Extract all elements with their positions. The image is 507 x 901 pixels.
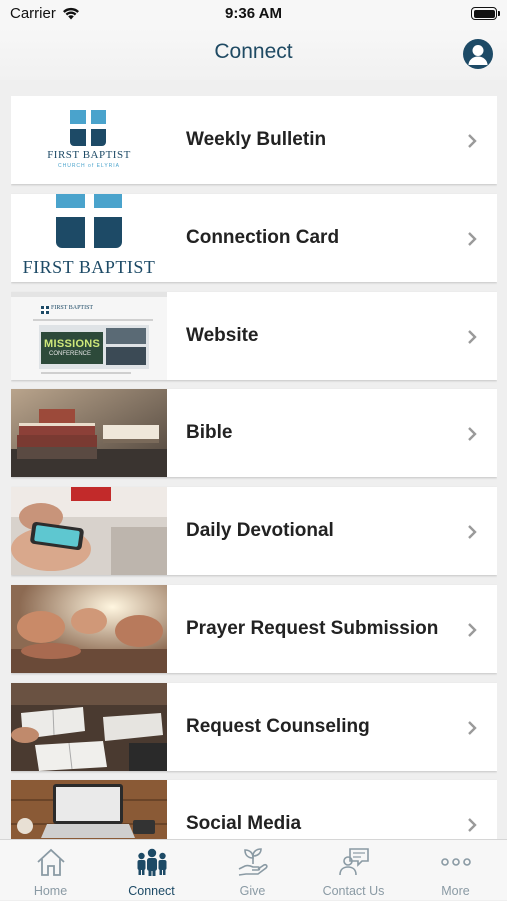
tab-label: Connect (128, 884, 175, 898)
chevron-right-icon (468, 525, 477, 539)
people-icon (137, 848, 166, 876)
laptop-photo (11, 780, 167, 839)
first-baptist-logo-small: FIRST BAPTIST CHURCH of ELYRIA (11, 96, 167, 184)
list-item-label: Social Media (186, 813, 302, 834)
chevron-right-icon (468, 134, 477, 148)
list-item-label: Daily Devotional (186, 520, 334, 541)
status-bar: Carrier 9:36 AM (0, 0, 507, 28)
page-title: Connect (214, 40, 293, 63)
hand-plant-icon (238, 848, 268, 876)
chevron-right-icon (468, 623, 477, 637)
profile-button[interactable] (463, 39, 493, 69)
tab-home[interactable]: Home (0, 840, 101, 901)
tab-label: Contact Us (322, 884, 385, 898)
list-item-request-counseling[interactable]: Request Counseling (11, 683, 497, 771)
tab-label: Home (33, 884, 68, 898)
list-item-connection-card[interactable]: FIRST BAPTIST Connection Card (11, 194, 497, 282)
banner-title: MISSIONS (44, 338, 101, 350)
list-item-website[interactable]: FIRST BAPTIST MISSIONS CONFERENCE Websit… (11, 292, 497, 380)
list-item-label: Connection Card (186, 227, 340, 248)
list-item-social-media[interactable]: Social Media (11, 780, 497, 839)
battery-icon (471, 7, 500, 20)
chevron-right-icon (468, 232, 477, 246)
website-screenshot: FIRST BAPTIST MISSIONS CONFERENCE (11, 292, 167, 380)
tab-give[interactable]: Give (202, 840, 303, 901)
banner-subtitle: CONFERENCE (49, 351, 92, 357)
tab-label: More (441, 884, 470, 898)
logo-subtext: CHURCH of ELYRIA (57, 163, 121, 169)
first-baptist-logo-large: FIRST BAPTIST (11, 194, 167, 282)
contact-chat-icon (338, 848, 369, 876)
logo-text: FIRST BAPTIST (47, 149, 131, 161)
nav-bar: Connect (0, 28, 507, 80)
list-item-label: Prayer Request Submission (186, 618, 439, 639)
list-item-bible[interactable]: Bible (11, 389, 497, 477)
logo-text: FIRST BAPTIST (22, 257, 156, 277)
home-icon (36, 848, 65, 876)
list-item-label: Website (186, 325, 259, 346)
status-time: 9:36 AM (225, 5, 282, 22)
list-item-label: Request Counseling (186, 716, 370, 737)
tab-bar: Home Connect Give Contact Us More (0, 839, 507, 900)
tab-connect[interactable]: Connect (101, 840, 202, 901)
list-item-label: Bible (186, 422, 233, 443)
chevron-right-icon (468, 818, 477, 832)
tab-label: Give (239, 884, 266, 898)
list-item-label: Weekly Bulletin (186, 129, 327, 150)
chevron-right-icon (468, 330, 477, 344)
books-photo (11, 389, 167, 477)
list-item-weekly-bulletin[interactable]: FIRST BAPTIST CHURCH of ELYRIA Weekly Bu… (11, 96, 497, 184)
connect-list: FIRST BAPTIST CHURCH of ELYRIA Weekly Bu… (11, 96, 497, 839)
chevron-right-icon (468, 721, 477, 735)
list-item-daily-devotional[interactable]: Daily Devotional (11, 487, 497, 575)
list-item-prayer-request[interactable]: Prayer Request Submission (11, 585, 497, 673)
tab-contact-us[interactable]: Contact Us (303, 840, 404, 901)
more-dots-icon (440, 858, 471, 866)
person-icon (468, 45, 488, 65)
praying-hands-photo (11, 585, 167, 673)
open-bibles-photo (11, 683, 167, 771)
chevron-right-icon (468, 427, 477, 441)
site-title: FIRST BAPTIST (51, 305, 94, 311)
phone-photo (11, 487, 167, 575)
tab-more[interactable]: More (405, 840, 506, 901)
